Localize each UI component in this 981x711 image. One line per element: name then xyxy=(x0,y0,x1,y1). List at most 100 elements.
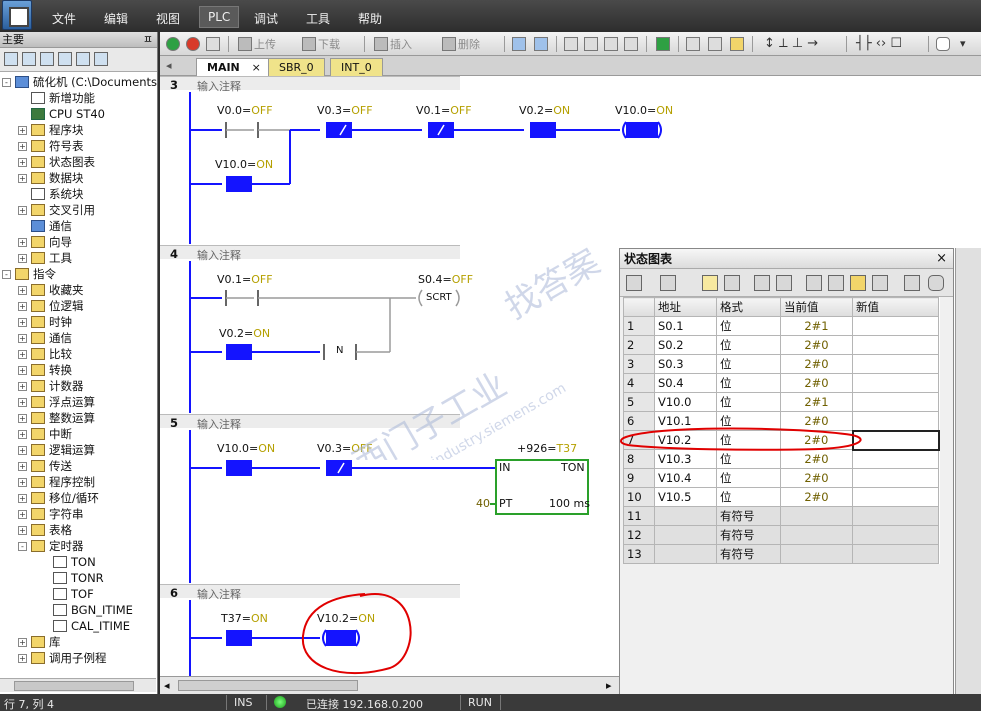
format-cell[interactable]: 位 xyxy=(716,392,781,412)
app-logo-icon[interactable] xyxy=(2,0,32,30)
new-value-cell[interactable] xyxy=(852,449,939,469)
menu-view[interactable]: 视图 xyxy=(148,8,188,29)
address-cell[interactable]: S0.3 xyxy=(654,354,717,374)
format-cell[interactable]: 位 xyxy=(716,316,781,336)
program-status-button[interactable] xyxy=(512,35,528,52)
table-row[interactable]: 1 S0.1 位 2#1 xyxy=(623,316,939,336)
address-cell[interactable]: S0.1 xyxy=(654,316,717,336)
expand-icon[interactable]: + xyxy=(18,333,27,343)
address-cell[interactable]: V10.3 xyxy=(654,449,717,469)
new-value-cell[interactable] xyxy=(852,506,939,526)
menu-tools[interactable]: 工具 xyxy=(298,8,338,29)
address-cell[interactable] xyxy=(654,544,717,564)
format-cell[interactable]: 位 xyxy=(716,430,781,450)
table-row[interactable]: 10 V10.5 位 2#0 xyxy=(623,487,939,507)
table-icon[interactable] xyxy=(626,275,642,291)
expand-icon[interactable]: + xyxy=(18,285,27,295)
menu-file[interactable]: 文件 xyxy=(44,8,84,29)
add-row-icon[interactable] xyxy=(660,275,676,291)
tree-item[interactable]: - 定时器 xyxy=(18,538,84,554)
tree-item[interactable]: + 传送 xyxy=(18,458,72,474)
grid-icon[interactable] xyxy=(76,52,90,66)
tree-item[interactable]: - 指令 xyxy=(2,266,56,282)
expand-icon[interactable]: + xyxy=(18,157,27,167)
trend-chart-icon[interactable] xyxy=(904,275,920,291)
address-cell[interactable]: S0.2 xyxy=(654,335,717,355)
pause-monitor-icon[interactable] xyxy=(724,275,740,291)
table-row[interactable]: 9 V10.4 位 2#0 xyxy=(623,468,939,488)
expand-icon[interactable]: + xyxy=(18,493,27,503)
tab-sbr0[interactable]: SBR_0 xyxy=(268,58,325,76)
comment-icon[interactable] xyxy=(928,275,944,291)
expand-icon[interactable]: + xyxy=(18,237,27,247)
contact-v0.2-n4[interactable] xyxy=(226,344,252,360)
table-row[interactable]: 2 S0.2 位 2#0 xyxy=(623,335,939,355)
contact-v0.2[interactable] xyxy=(530,122,556,138)
tree-item[interactable]: + 移位/循环 xyxy=(18,490,99,506)
format-cell[interactable]: 位 xyxy=(716,373,781,393)
toolbar-overflow[interactable]: ▾ xyxy=(960,35,966,52)
tree-item[interactable]: + 逻辑运算 xyxy=(18,442,95,458)
status-chart-titlebar[interactable]: 状态图表 × xyxy=(620,249,953,269)
menu-edit[interactable]: 编辑 xyxy=(96,8,136,29)
col-header-address[interactable]: 地址 xyxy=(654,297,717,317)
tab-int0[interactable]: INT_0 xyxy=(330,58,383,76)
address-cell[interactable]: V10.4 xyxy=(654,468,717,488)
tree-item[interactable]: + 交叉引用 xyxy=(18,202,95,218)
contact-v10.0-branch[interactable] xyxy=(226,176,252,192)
expand-icon[interactable]: + xyxy=(18,301,27,311)
expand-icon[interactable]: + xyxy=(18,397,27,407)
new-value-cell[interactable] xyxy=(852,411,939,431)
table-row[interactable]: 7 V10.2 位 2#0 xyxy=(623,429,940,451)
format-cell[interactable]: 位 xyxy=(716,487,781,507)
tree-project-root[interactable]: - 硫化机 (C:\Documents a xyxy=(2,74,157,90)
new-value-cell[interactable] xyxy=(852,354,939,374)
current-value-cell[interactable]: 2#0 xyxy=(780,449,853,469)
tree-item[interactable]: + 向导 xyxy=(18,234,72,250)
tree-item[interactable]: + 时钟 xyxy=(18,314,72,330)
current-value-cell[interactable]: 2#0 xyxy=(780,354,853,374)
expand-icon[interactable]: + xyxy=(18,413,27,423)
scroll-left-icon[interactable]: ◂ xyxy=(164,679,170,692)
current-value-cell[interactable] xyxy=(780,544,853,564)
address-cell[interactable] xyxy=(654,525,717,545)
table-icon[interactable] xyxy=(22,52,36,66)
list-icon[interactable] xyxy=(40,52,54,66)
address-cell[interactable] xyxy=(654,506,717,526)
expand-icon[interactable]: + xyxy=(18,125,27,135)
expand-icon[interactable]: + xyxy=(18,317,27,327)
coil-v10.2[interactable] xyxy=(326,630,356,646)
upload-button[interactable]: 上传 xyxy=(238,35,276,52)
current-value-cell[interactable]: 2#0 xyxy=(780,373,853,393)
coil-v10.0[interactable] xyxy=(626,122,658,138)
contact-v0.3-n5[interactable] xyxy=(326,460,352,476)
tree-item[interactable]: + 整数运算 xyxy=(18,410,95,426)
network-button[interactable] xyxy=(564,35,580,52)
current-value-cell[interactable]: 2#1 xyxy=(780,316,853,336)
new-value-cell[interactable] xyxy=(852,316,939,336)
new-value-cell[interactable] xyxy=(852,392,939,412)
address-cell[interactable]: S0.4 xyxy=(654,373,717,393)
tree-item[interactable]: BGN_ITIME xyxy=(40,602,133,618)
tree-item[interactable]: 通信 xyxy=(18,218,72,234)
add-lock-icon[interactable] xyxy=(850,275,866,291)
delete-button[interactable]: 删除 xyxy=(442,35,480,52)
tree-item[interactable]: + 符号表 xyxy=(18,138,84,154)
format-cell[interactable]: 位 xyxy=(716,468,781,488)
tree-item[interactable]: + 表格 xyxy=(18,522,72,538)
table-row[interactable]: 12 有符号 xyxy=(623,525,939,545)
comment-button[interactable] xyxy=(936,35,952,52)
monitor-icon[interactable] xyxy=(94,52,108,66)
scroll-thumb[interactable] xyxy=(14,681,134,691)
expand-icon[interactable]: + xyxy=(18,477,27,487)
insert-button[interactable]: 插入 xyxy=(374,35,412,52)
download-button[interactable]: 下载 xyxy=(302,35,340,52)
close-icon[interactable]: × xyxy=(936,249,947,269)
new-value-cell[interactable] xyxy=(852,335,939,355)
left-panel-hscrollbar[interactable] xyxy=(0,678,156,692)
tree-item[interactable]: + 计数器 xyxy=(18,378,84,394)
add-lock-button[interactable] xyxy=(730,35,746,52)
glasses-icon[interactable] xyxy=(754,275,770,291)
current-value-cell[interactable]: 2#0 xyxy=(780,487,853,507)
menu-help[interactable]: 帮助 xyxy=(350,8,390,29)
